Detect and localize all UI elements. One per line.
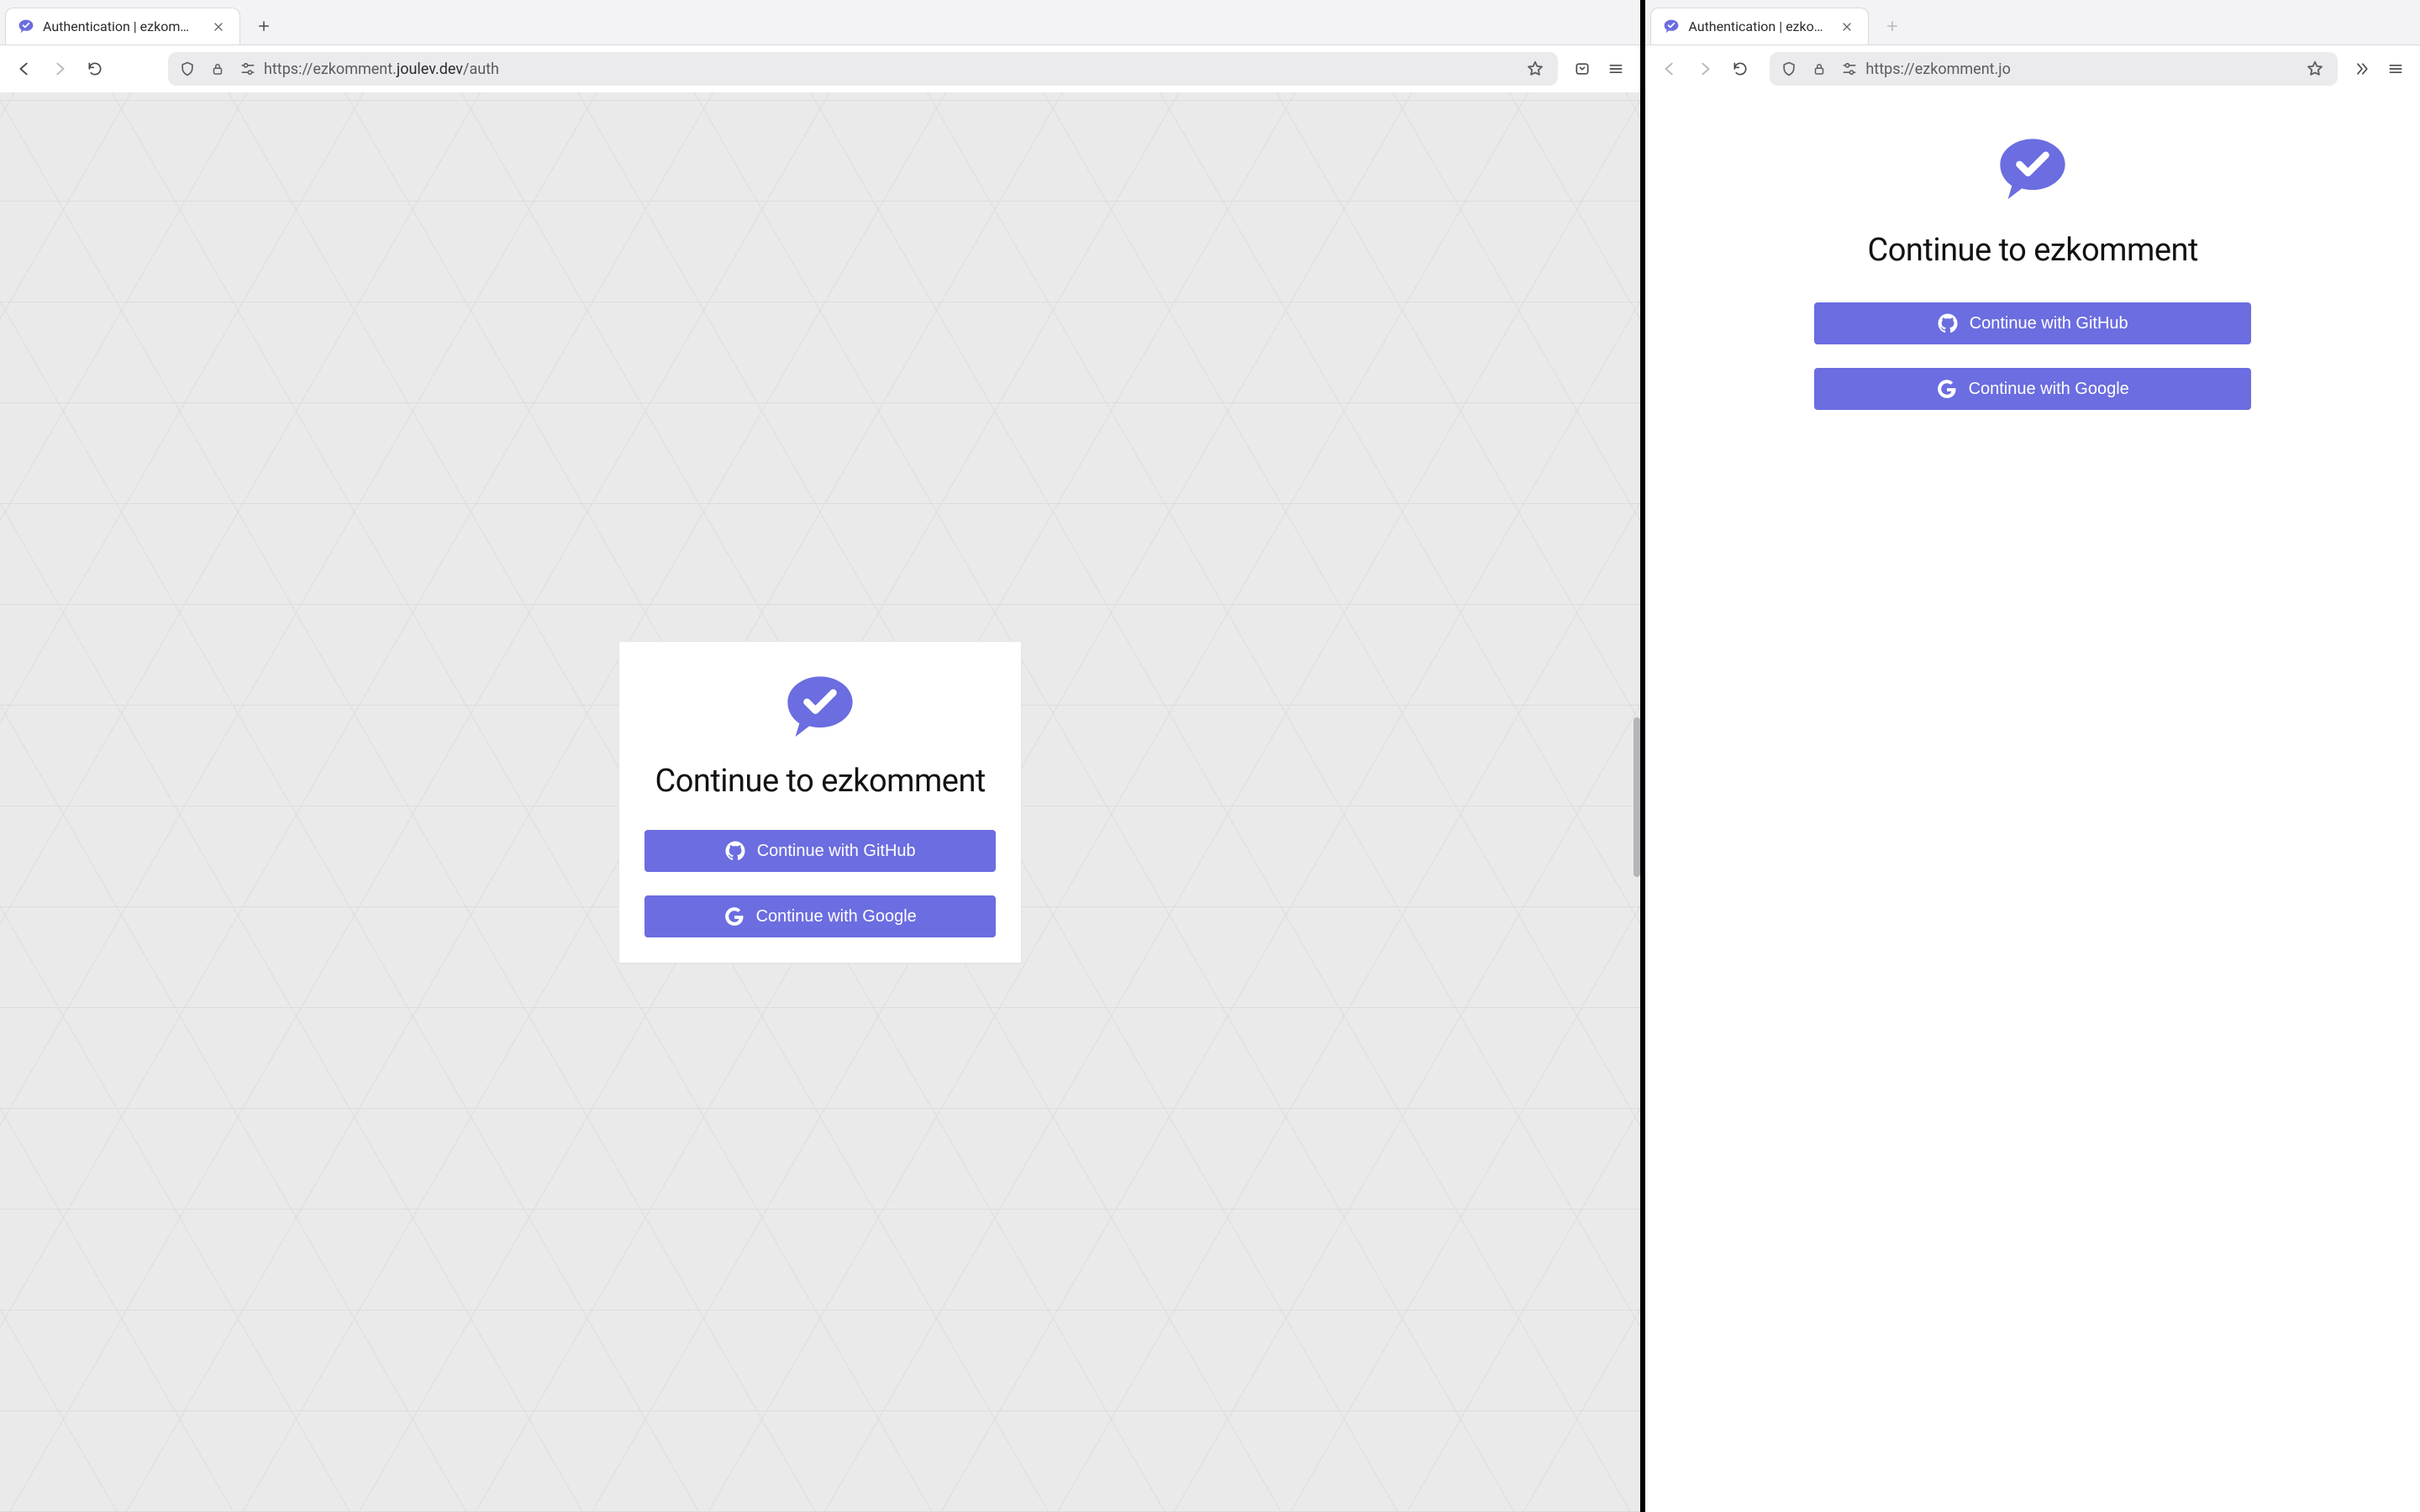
shield-icon[interactable] <box>173 55 202 83</box>
tab-title: Authentication | ezkomment <box>43 18 201 34</box>
permissions-icon[interactable] <box>1835 55 1864 83</box>
app-menu-button[interactable] <box>1600 53 1632 85</box>
tab-title: Authentication | ezkomment <box>1688 18 1829 34</box>
bookmark-star-button[interactable] <box>2301 55 2329 83</box>
continue-github-button[interactable]: Continue with GitHub <box>1814 302 2251 344</box>
permissions-icon[interactable] <box>234 55 262 83</box>
url-text: https://ezkomment.jo <box>1865 60 2299 78</box>
auth-heading: Continue to ezkomment <box>644 763 996 800</box>
browser-tab[interactable]: Authentication | ezkomment <box>1650 8 1869 45</box>
google-icon <box>1937 379 1957 399</box>
tab-strip: Authentication | ezkomment <box>0 0 1640 45</box>
page-content: Continue to ezkomment Continue with GitH… <box>1645 92 2420 1512</box>
tab-close-button[interactable] <box>1838 18 1856 36</box>
app-menu-button[interactable] <box>2380 53 2412 85</box>
github-icon <box>725 841 745 861</box>
browser-toolbar: https://ezkomment.joulev.dev/auth <box>0 45 1640 92</box>
button-label: Continue with GitHub <box>757 842 916 861</box>
lock-icon[interactable] <box>203 55 232 83</box>
browser-toolbar: https://ezkomment.jo <box>1645 45 2420 92</box>
auth-heading: Continue to ezkomment <box>1868 232 2198 269</box>
nav-back-button[interactable] <box>8 53 40 85</box>
browser-window-right: Authentication | ezkomment https://ezkom… <box>1645 0 2420 1512</box>
nav-reload-button[interactable] <box>1724 53 1756 85</box>
nav-reload-button[interactable] <box>79 53 111 85</box>
app-logo <box>644 670 996 748</box>
browser-window-left: Authentication | ezkomment https://ezkom… <box>0 0 1645 1512</box>
button-label: Continue with Google <box>1969 380 2129 399</box>
shield-icon[interactable] <box>1775 55 1803 83</box>
url-bar[interactable]: https://ezkomment.joulev.dev/auth <box>168 52 1558 86</box>
scrollbar-thumb[interactable] <box>1634 717 1640 877</box>
tab-strip: Authentication | ezkomment <box>1645 0 2420 45</box>
new-tab-button[interactable] <box>1874 8 1911 45</box>
lock-icon[interactable] <box>1805 55 1833 83</box>
continue-github-button[interactable]: Continue with GitHub <box>644 830 996 872</box>
url-text: https://ezkomment.joulev.dev/auth <box>264 60 1519 78</box>
button-label: Continue with Google <box>756 907 917 927</box>
nav-back-button[interactable] <box>1654 53 1686 85</box>
tab-close-button[interactable] <box>209 18 228 36</box>
pocket-button[interactable] <box>1566 53 1598 85</box>
page-content: Continue to ezkomment Continue with GitH… <box>0 92 1640 1512</box>
google-icon <box>724 906 744 927</box>
continue-google-button[interactable]: Continue with Google <box>1814 368 2251 410</box>
new-tab-button[interactable] <box>245 8 282 45</box>
favicon-icon <box>1663 18 1680 35</box>
app-logo <box>1994 133 2071 210</box>
github-icon <box>1938 313 1958 333</box>
continue-google-button[interactable]: Continue with Google <box>644 895 996 937</box>
url-bar[interactable]: https://ezkomment.jo <box>1770 52 2338 86</box>
favicon-icon <box>18 18 34 35</box>
nav-forward-button[interactable] <box>1689 53 1721 85</box>
browser-tab[interactable]: Authentication | ezkomment <box>5 8 240 45</box>
nav-forward-button[interactable] <box>44 53 76 85</box>
auth-card: Continue to ezkomment Continue with GitH… <box>618 641 1022 963</box>
button-label: Continue with GitHub <box>1970 314 2128 333</box>
bookmark-star-button[interactable] <box>1521 55 1549 83</box>
overflow-button[interactable] <box>2346 53 2378 85</box>
